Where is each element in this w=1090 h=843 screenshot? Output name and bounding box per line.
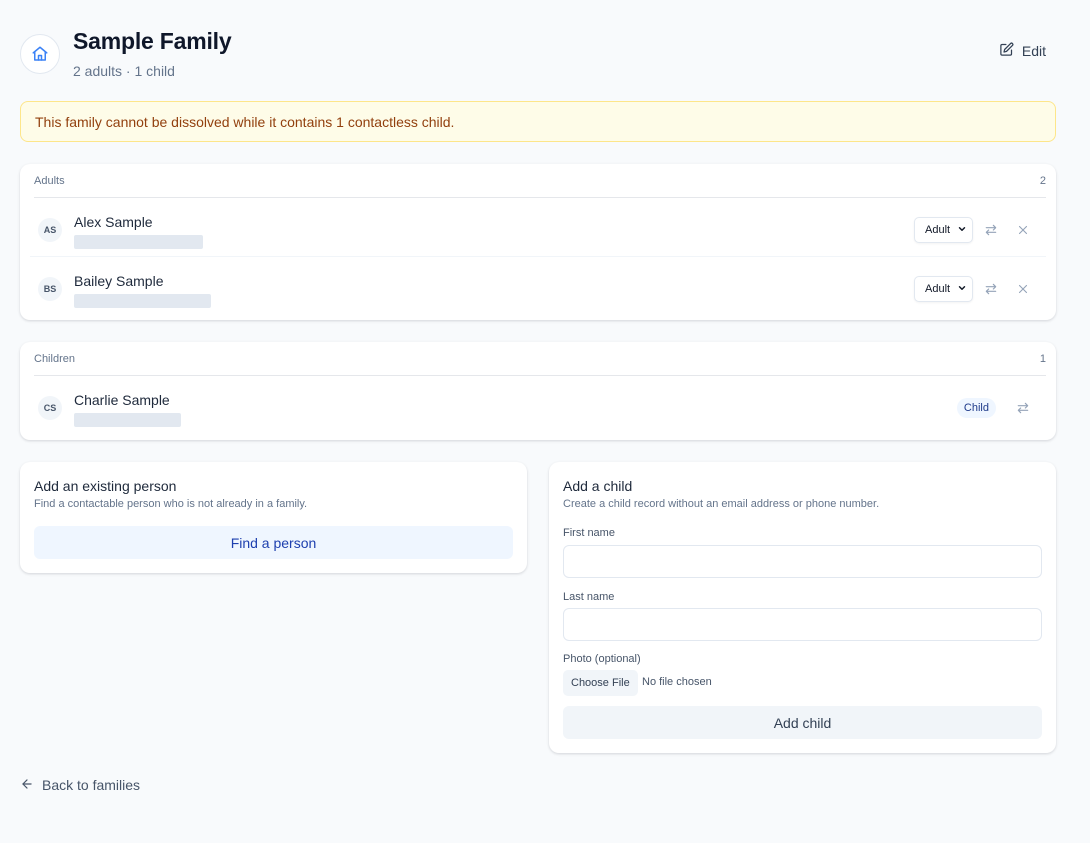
children-section-header: Children 1 (34, 342, 1046, 376)
panel-description: Create a child record without an email a… (563, 498, 880, 510)
add-existing-person-panel: Add an existing person Find a contactabl… (20, 462, 527, 573)
alert-text: This family cannot be dissolved while it… (35, 113, 455, 130)
last-name-field[interactable] (563, 608, 1042, 641)
remove-icon[interactable] (1014, 280, 1032, 298)
panel-title: Add an existing person (34, 478, 177, 494)
avatar: BS (38, 277, 62, 301)
adult-row-bailey: BS Bailey Sample Adult (30, 258, 1046, 316)
adult-row-alex: AS Alex Sample Adult (30, 199, 1046, 257)
swap-icon[interactable] (982, 280, 1000, 298)
children-card: Children 1 CS Charlie Sample Child (20, 342, 1056, 440)
panel-title: Add a child (563, 478, 633, 494)
role-badge: Child (956, 398, 996, 418)
child-row-charlie: CS Charlie Sample Child (30, 377, 1046, 435)
find-person-button[interactable]: Find a person (34, 526, 513, 559)
choose-file-button[interactable]: Choose File (563, 670, 638, 696)
home-icon (20, 34, 60, 74)
contact-placeholder (74, 294, 211, 308)
remove-icon[interactable] (1014, 221, 1032, 239)
role-select[interactable]: Adult (914, 276, 973, 302)
panel-description: Find a contactable person who is not alr… (34, 498, 308, 510)
role-select-value: Adult (925, 224, 951, 236)
contact-placeholder (74, 413, 181, 427)
role-select[interactable]: Adult (914, 217, 973, 243)
avatar: CS (38, 396, 62, 420)
chevron-down-icon (957, 283, 967, 296)
edit-label: Edit (1021, 43, 1046, 59)
contact-placeholder (74, 235, 203, 249)
person-name: Charlie Sample (74, 392, 170, 408)
children-heading: Children (34, 352, 75, 365)
add-child-panel: Add a child Create a child record withou… (549, 462, 1056, 753)
photo-label: Photo (optional) (563, 653, 641, 665)
arrow-left-icon (20, 777, 34, 794)
add-child-button[interactable]: Add child (563, 706, 1042, 739)
adults-heading: Adults (34, 174, 65, 187)
first-name-label: First name (563, 527, 615, 539)
adults-count: 2 (1039, 174, 1046, 187)
adults-card: Adults 2 AS Alex Sample Adult BS Bailey … (20, 164, 1056, 320)
adults-section-header: Adults 2 (34, 164, 1046, 198)
back-to-families-link[interactable]: Back to families (20, 776, 140, 794)
first-name-field[interactable] (563, 545, 1042, 578)
avatar: AS (38, 218, 62, 242)
swap-icon[interactable] (982, 221, 1000, 239)
person-name: Bailey Sample (74, 273, 164, 289)
person-name: Alex Sample (74, 214, 153, 230)
edit-button[interactable]: Edit (999, 38, 1046, 64)
file-status: No file chosen (642, 676, 712, 688)
dissolve-warning-alert: This family cannot be dissolved while it… (20, 101, 1056, 142)
children-count: 1 (1039, 352, 1046, 365)
last-name-label: Last name (563, 591, 615, 603)
back-label: Back to families (42, 777, 141, 793)
family-summary: 2 adults · 1 child (73, 63, 175, 79)
swap-icon[interactable] (1014, 399, 1032, 417)
page-title: Sample Family (73, 28, 232, 54)
edit-icon (999, 42, 1014, 60)
role-select-value: Adult (925, 283, 951, 295)
family-header: Sample Family 2 adults · 1 child Edit (20, 28, 1056, 84)
chevron-down-icon (957, 224, 967, 237)
